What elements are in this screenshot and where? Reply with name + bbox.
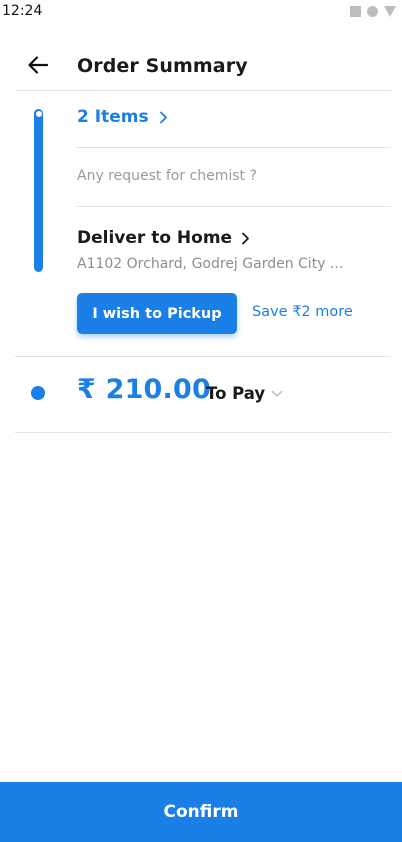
- items-link[interactable]: 2 Items: [77, 107, 168, 127]
- deliver-to-home-link[interactable]: Deliver to Home: [77, 228, 250, 248]
- pickup-button[interactable]: I wish to Pickup: [77, 293, 237, 334]
- to-pay-dropdown[interactable]: To Pay: [206, 384, 283, 403]
- progress-track: [34, 109, 43, 272]
- pickup-savings-text: Save ₹2 more: [252, 304, 353, 320]
- triangle-icon: [384, 6, 396, 17]
- app-header: Order Summary: [0, 45, 402, 87]
- delivery-address: A1102 Orchard, Godrej Garden City ...: [77, 256, 344, 272]
- chevron-down-icon: [271, 390, 283, 397]
- arrow-left-icon: [28, 56, 49, 74]
- chemist-request-input[interactable]: [77, 160, 377, 192]
- chevron-right-icon: [242, 232, 249, 244]
- system-icons: [350, 6, 396, 17]
- divider: [77, 147, 391, 148]
- divider: [15, 356, 391, 357]
- page-title: Order Summary: [77, 55, 248, 77]
- divider: [15, 432, 391, 433]
- square-icon: [350, 6, 361, 17]
- confirm-button[interactable]: Confirm: [0, 782, 402, 842]
- divider: [15, 90, 391, 91]
- circle-icon: [367, 6, 378, 17]
- delivery-label: Deliver to Home: [77, 228, 233, 248]
- progress-knob: [35, 111, 42, 117]
- items-label: 2 Items: [77, 107, 149, 127]
- payment-indicator-dot: [31, 386, 45, 400]
- chevron-right-icon: [159, 111, 167, 123]
- to-pay-label: To Pay: [206, 384, 266, 403]
- divider: [77, 206, 391, 207]
- status-bar: 12:24: [0, 0, 402, 24]
- total-amount: ₹ 210.00: [77, 374, 211, 405]
- back-button[interactable]: [24, 51, 52, 79]
- status-time: 12:24: [2, 3, 43, 19]
